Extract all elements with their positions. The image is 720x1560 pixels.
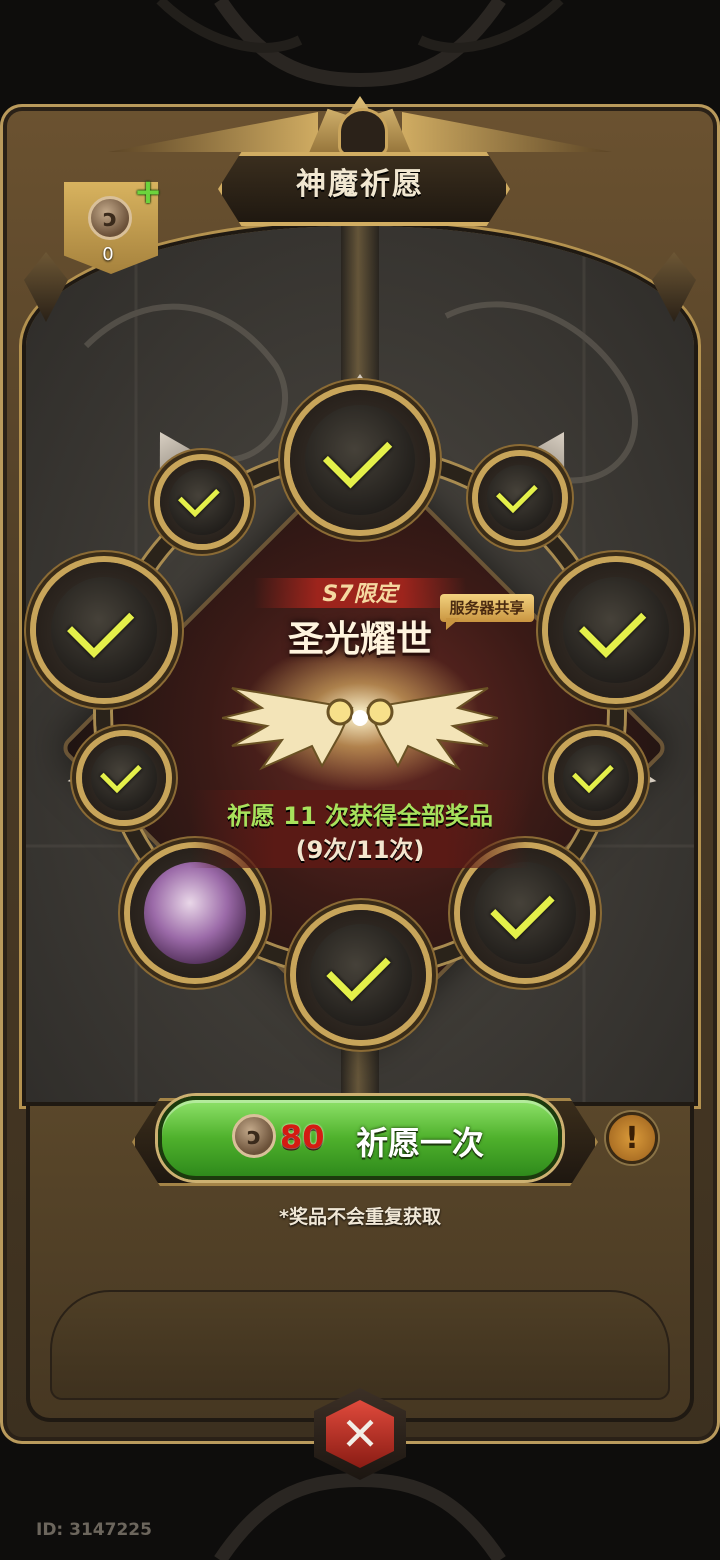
currency-count: 0 [102, 244, 114, 265]
progress-title: 祈愿 11 次获得全部奖品 [226, 802, 494, 830]
helmet-icon [338, 108, 388, 156]
reward-slot[interactable] [548, 562, 684, 698]
pray-coin-icon: ↄ [232, 1114, 276, 1158]
user-id: ID: 3147225 [36, 1520, 152, 1540]
reward-portrait [144, 862, 246, 964]
reward-slot[interactable] [160, 460, 244, 544]
reward-slot[interactable] [478, 456, 562, 540]
reward-slot[interactable] [554, 736, 638, 820]
pray-button-label: 祈愿一次 [356, 1124, 485, 1162]
add-currency-icon[interactable]: + [132, 175, 164, 209]
reward-slot[interactable] [296, 910, 426, 1040]
pray-coin-icon: ↄ [88, 196, 132, 240]
close-icon: ✕ [340, 1407, 380, 1461]
info-button[interactable]: ! [606, 1112, 658, 1164]
progress-count: (9次/11次) [295, 836, 425, 864]
reward-slot[interactable] [290, 390, 430, 530]
season-label: S7限定 [322, 582, 398, 607]
pray-cost: 80 [280, 1118, 325, 1156]
reward-slot[interactable] [82, 736, 166, 820]
server-shared-tag: 服务器共享 [440, 594, 534, 622]
reward-slot[interactable] [36, 562, 172, 698]
no-duplicate-note: *奖品不会重复获取 [279, 1206, 441, 1228]
wings-reward-icon [222, 687, 498, 771]
dialog-lower-recess [50, 1290, 670, 1400]
page-title: 神魔祈愿 [296, 167, 424, 202]
